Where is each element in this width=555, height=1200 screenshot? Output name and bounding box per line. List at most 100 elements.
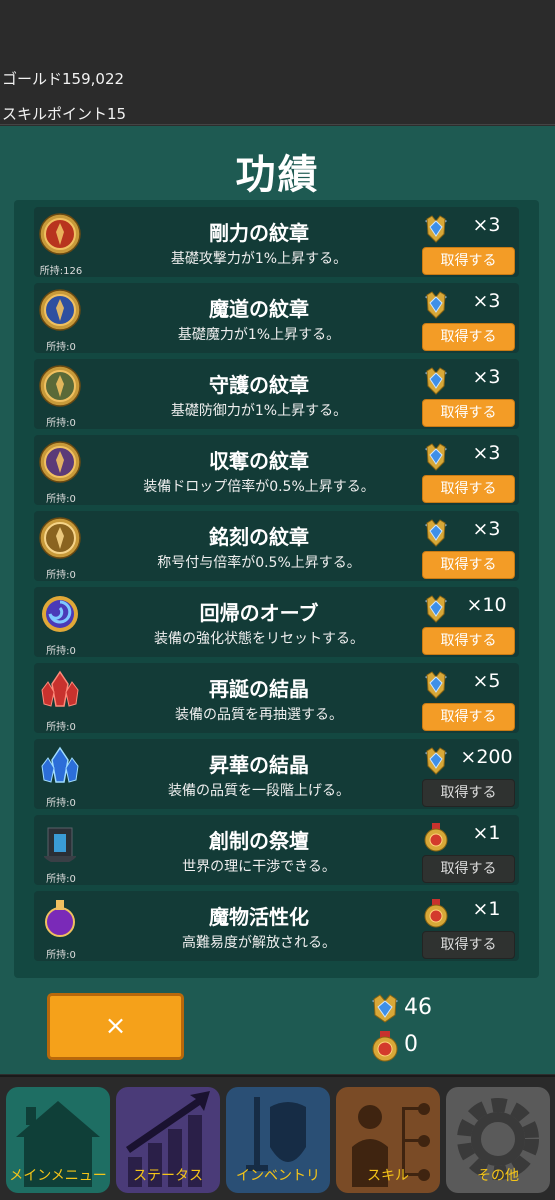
- nav-button-skill-tree[interactable]: スキル: [336, 1087, 440, 1193]
- item-description: 世界の理に干渉できる。: [182, 859, 336, 875]
- achievement-row: 所持:0 回帰のオーブ 装備の強化状態をリセットする。 ×10 取得する: [34, 587, 519, 657]
- swirl-orb-icon: [42, 596, 78, 632]
- achievement-row: 所持:0 守護の紋章 基礎防御力が1%上昇する。 ×3 取得する: [34, 359, 519, 429]
- acquire-button[interactable]: 取得する: [422, 855, 515, 883]
- nav-label: スキル: [367, 1168, 409, 1184]
- ruby-medal-icon: [372, 1031, 398, 1062]
- item-description: 装備の品質を再抽選する。: [175, 707, 343, 723]
- blue-crystal-icon: [41, 746, 79, 783]
- achievement-row: 所持:0 収奪の紋章 装備ドロップ倍率が0.5%上昇する。 ×3 取得する: [34, 435, 519, 505]
- item-cost: ×3: [472, 214, 501, 236]
- sapphire-medal-icon: [425, 747, 447, 775]
- nav-button-gear[interactable]: その他: [446, 1087, 550, 1193]
- item-description: 称号付与倍率が0.5%上昇する。: [157, 555, 361, 571]
- close-button[interactable]: ×: [47, 993, 184, 1060]
- owned-count: 所持:0: [46, 798, 76, 809]
- item-description: 基礎攻撃力が1%上昇する。: [170, 251, 348, 267]
- owned-count: 所持:0: [46, 418, 76, 429]
- acquire-button[interactable]: 取得する: [422, 551, 515, 579]
- achievement-row: 所持:0 昇華の結晶 装備の品質を一段階上げる。 ×200 取得する: [34, 739, 519, 809]
- ruby-currency: 0: [368, 1030, 458, 1062]
- nav-label: メインメニュー: [9, 1168, 107, 1184]
- ruby-count: 0: [404, 1032, 418, 1057]
- owned-count: 所持:0: [46, 646, 76, 657]
- item-cost: ×3: [472, 442, 501, 464]
- purple-bag-crest-icon: [39, 441, 81, 483]
- sapphire-currency: 46: [368, 993, 458, 1023]
- item-name: 創制の祭壇: [209, 829, 309, 853]
- item-name: 回帰のオーブ: [199, 601, 319, 625]
- item-cost: ×5: [472, 670, 501, 692]
- owned-count: 所持:0: [46, 722, 76, 733]
- item-description: 装備ドロップ倍率が0.5%上昇する。: [143, 479, 375, 495]
- item-name: 銘刻の紋章: [209, 525, 309, 549]
- acquire-button[interactable]: 取得する: [422, 931, 515, 959]
- achievement-row: 所持:0 創制の祭壇 世界の理に干渉できる。 ×1 取得する: [34, 815, 519, 885]
- red-trident-crest-icon: [39, 213, 81, 255]
- item-name: 収奪の紋章: [209, 449, 309, 473]
- altar-icon: [44, 827, 76, 862]
- blue-book-crest-icon: [39, 289, 81, 331]
- nav-button-house[interactable]: メインメニュー: [6, 1087, 110, 1193]
- item-cost: ×3: [472, 290, 501, 312]
- item-cost: ×1: [472, 898, 501, 920]
- item-description: 装備の品質を一段階上げる。: [168, 783, 350, 799]
- item-cost: ×3: [472, 366, 501, 388]
- acquire-button[interactable]: 取得する: [422, 323, 515, 351]
- item-description: 装備の強化状態をリセットする。: [154, 631, 364, 647]
- owned-count: 所持:0: [46, 874, 76, 885]
- item-name: 守護の紋章: [209, 373, 309, 397]
- item-cost: ×200: [460, 746, 513, 768]
- purple-potion-icon: [45, 900, 75, 937]
- item-description: 基礎魔力が1%上昇する。: [177, 327, 341, 343]
- item-cost: ×10: [466, 594, 507, 616]
- sapphire-medal-icon: [425, 671, 447, 699]
- owned-count: 所持:0: [46, 494, 76, 505]
- item-cost: ×1: [472, 822, 501, 844]
- status-bar: ゴールド159,022 スキルポイント15: [0, 0, 555, 125]
- achievement-row: 所持:0 銘刻の紋章 称号付与倍率が0.5%上昇する。 ×3 取得する: [34, 511, 519, 581]
- item-name: 再誕の結晶: [209, 677, 309, 701]
- owned-count: 所持:0: [46, 570, 76, 581]
- item-cost: ×3: [472, 518, 501, 540]
- acquire-button[interactable]: 取得する: [422, 779, 515, 807]
- sapphire-medal-icon: [372, 994, 398, 1023]
- achievement-row: 所持:0 魔物活性化 高難易度が解放される。 ×1 取得する: [34, 891, 519, 961]
- sapphire-count: 46: [404, 995, 432, 1020]
- nav-label: インベントリ: [236, 1168, 320, 1184]
- acquire-button[interactable]: 取得する: [422, 627, 515, 655]
- item-description: 高難易度が解放される。: [182, 935, 336, 951]
- sapphire-medal-icon: [425, 367, 447, 395]
- gold-quill-crest-icon: [39, 517, 81, 559]
- item-description: 基礎防御力が1%上昇する。: [170, 403, 348, 419]
- sapphire-medal-icon: [425, 291, 447, 319]
- acquire-button[interactable]: 取得する: [422, 399, 515, 427]
- acquire-button[interactable]: 取得する: [422, 475, 515, 503]
- owned-count: 所持:0: [46, 950, 76, 961]
- item-name: 昇華の結晶: [209, 753, 309, 777]
- nav-button-sword-shield[interactable]: インベントリ: [226, 1087, 330, 1193]
- nav-label: その他: [477, 1168, 519, 1184]
- sapphire-medal-icon: [425, 595, 447, 623]
- item-name: 魔物活性化: [209, 905, 309, 929]
- owned-count: 所持:0: [46, 342, 76, 353]
- acquire-button[interactable]: 取得する: [422, 703, 515, 731]
- ruby-medal-icon: [424, 823, 448, 852]
- achievement-row: 所持:0 再誕の結晶 装備の品質を再抽選する。 ×5 取得する: [34, 663, 519, 733]
- acquire-button[interactable]: 取得する: [422, 247, 515, 275]
- achievement-list[interactable]: 所持:126 剛力の紋章 基礎攻撃力が1%上昇する。 ×3 取得する 所持:0 …: [14, 200, 539, 978]
- item-name: 剛力の紋章: [209, 221, 309, 245]
- achievement-row: 所持:0 魔道の紋章 基礎魔力が1%上昇する。 ×3 取得する: [34, 283, 519, 353]
- nav-button-stats-chart[interactable]: ステータス: [116, 1087, 220, 1193]
- gold-counter: ゴールド159,022: [2, 70, 125, 88]
- green-shield-crest-icon: [39, 365, 81, 407]
- red-crystal-icon: [41, 670, 79, 707]
- skill-point-counter: スキルポイント15: [2, 105, 127, 123]
- sapphire-medal-icon: [425, 215, 447, 243]
- sapphire-medal-icon: [425, 519, 447, 547]
- nav-label: ステータス: [133, 1168, 203, 1184]
- ruby-medal-icon: [424, 899, 448, 928]
- bottom-navigation: メインメニュー ステータス インベントリ スキル その他: [0, 1075, 555, 1200]
- item-name: 魔道の紋章: [209, 297, 309, 321]
- page-title: 功績: [235, 152, 320, 198]
